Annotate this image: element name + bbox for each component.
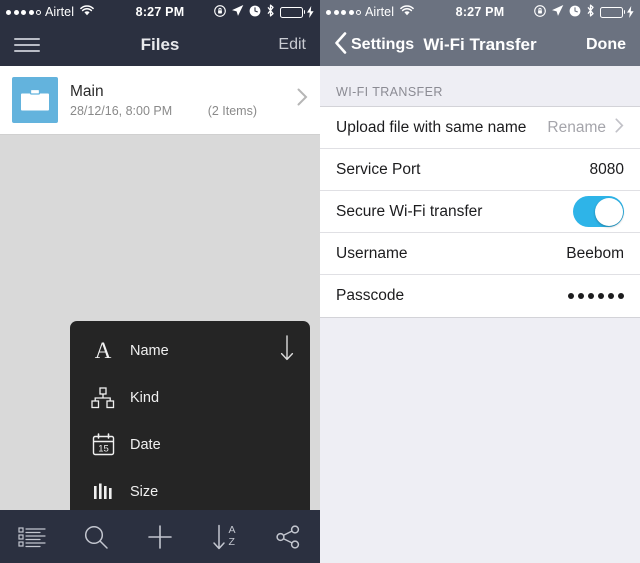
sort-az-letter-top: A bbox=[228, 524, 236, 537]
folder-briefcase-icon bbox=[12, 77, 58, 123]
setting-row-secure-transfer[interactable]: Secure Wi-Fi transfer bbox=[320, 191, 640, 233]
status-icons-group bbox=[533, 4, 635, 20]
setting-value: Rename bbox=[547, 118, 606, 136]
file-subtitle: 28/12/16, 8:00 PM (2 Items) bbox=[70, 104, 283, 118]
file-date: 28/12/16, 8:00 PM bbox=[70, 103, 173, 118]
list-item-meta: Main 28/12/16, 8:00 PM (2 Items) bbox=[70, 83, 283, 118]
password-dots bbox=[567, 292, 624, 300]
setting-value: 8080 bbox=[589, 160, 624, 178]
sort-option-date[interactable]: 15 Date bbox=[70, 421, 310, 468]
edit-button[interactable]: Edit bbox=[278, 36, 306, 54]
secure-transfer-toggle[interactable] bbox=[573, 196, 624, 227]
location-arrow-icon bbox=[551, 4, 564, 20]
calendar-icon: 15 bbox=[86, 433, 120, 456]
status-icons-group bbox=[213, 4, 315, 20]
setting-label: Upload file with same name bbox=[336, 118, 527, 136]
setting-label: Service Port bbox=[336, 160, 421, 178]
group-header: WI-FI TRANSFER bbox=[336, 85, 443, 99]
left-phone-screen: Airtel 8:27 PM Files Edit Main 28/12/16,… bbox=[0, 0, 320, 563]
sort-az-letter-bottom: Z bbox=[228, 535, 235, 548]
bluetooth-icon bbox=[266, 4, 275, 20]
sort-option-kind[interactable]: Kind bbox=[70, 374, 310, 421]
bottom-toolbar: A Z bbox=[0, 510, 320, 563]
hamburger-menu-icon[interactable] bbox=[14, 38, 40, 52]
plus-icon[interactable] bbox=[128, 524, 192, 550]
files-list-body: Main 28/12/16, 8:00 PM (2 Items) A Name bbox=[0, 66, 320, 563]
sort-option-size[interactable]: Size bbox=[70, 468, 310, 515]
dual-screenshot: Airtel 8:27 PM Files Edit Main 28/12/16,… bbox=[0, 0, 640, 563]
right-phone-screen: Airtel 8:27 PM Settings Wi-Fi Transfer D… bbox=[320, 0, 640, 563]
alarm-clock-icon bbox=[569, 5, 581, 20]
bluetooth-icon bbox=[586, 4, 595, 20]
hierarchy-icon bbox=[86, 386, 120, 409]
file-item-count: (2 Items) bbox=[207, 103, 257, 118]
list-item[interactable]: Main 28/12/16, 8:00 PM (2 Items) bbox=[0, 66, 320, 135]
setting-value: Beebom bbox=[566, 244, 624, 262]
rotation-lock-icon bbox=[213, 4, 226, 20]
share-icon[interactable] bbox=[256, 524, 320, 550]
setting-row-upload-same-name[interactable]: Upload file with same name Rename bbox=[320, 107, 640, 149]
search-icon[interactable] bbox=[64, 524, 128, 550]
location-arrow-icon bbox=[231, 4, 244, 20]
sort-option-label: Name bbox=[130, 342, 169, 359]
rotation-lock-icon bbox=[533, 4, 546, 20]
files-nav-bar: Files Edit bbox=[0, 24, 320, 66]
sort-option-name[interactable]: A Name bbox=[70, 327, 310, 374]
setting-label: Username bbox=[336, 244, 408, 262]
back-button-label: Settings bbox=[351, 36, 415, 53]
letter-a-icon: A bbox=[94, 338, 112, 363]
done-button[interactable]: Done bbox=[586, 36, 626, 54]
setting-row-service-port[interactable]: Service Port 8080 bbox=[320, 149, 640, 191]
file-name: Main bbox=[70, 82, 104, 100]
svg-text:15: 15 bbox=[98, 443, 109, 454]
status-bar-right: Airtel 8:27 PM bbox=[320, 0, 640, 24]
chevron-right-icon bbox=[615, 117, 624, 138]
setting-row-username[interactable]: Username Beebom bbox=[320, 233, 640, 275]
sort-az-icon[interactable]: A Z bbox=[192, 524, 256, 550]
status-bar-left: Airtel 8:27 PM bbox=[0, 0, 320, 24]
back-button[interactable]: Settings bbox=[334, 32, 414, 58]
settings-nav-bar: Settings Wi-Fi Transfer Done bbox=[320, 24, 640, 66]
sort-option-label: Kind bbox=[130, 389, 160, 406]
alarm-clock-icon bbox=[249, 5, 261, 20]
bar-size-icon bbox=[86, 481, 120, 503]
setting-row-passcode[interactable]: Passcode bbox=[320, 275, 640, 317]
battery-charging-icon bbox=[279, 6, 315, 18]
settings-body: WI-FI TRANSFER Upload file with same nam… bbox=[320, 66, 640, 563]
sort-option-label: Date bbox=[130, 436, 161, 453]
setting-label: Secure Wi-Fi transfer bbox=[336, 202, 483, 220]
setting-label: Passcode bbox=[336, 287, 405, 304]
page-title: Files bbox=[140, 35, 180, 54]
battery-charging-icon bbox=[599, 6, 635, 18]
chevron-right-icon bbox=[297, 88, 308, 112]
chevron-left-icon bbox=[334, 32, 347, 58]
settings-list: Upload file with same name Rename Servic… bbox=[320, 106, 640, 318]
list-view-icon[interactable] bbox=[0, 525, 64, 549]
sort-option-label: Size bbox=[130, 483, 159, 500]
arrow-down-icon[interactable] bbox=[280, 335, 294, 366]
